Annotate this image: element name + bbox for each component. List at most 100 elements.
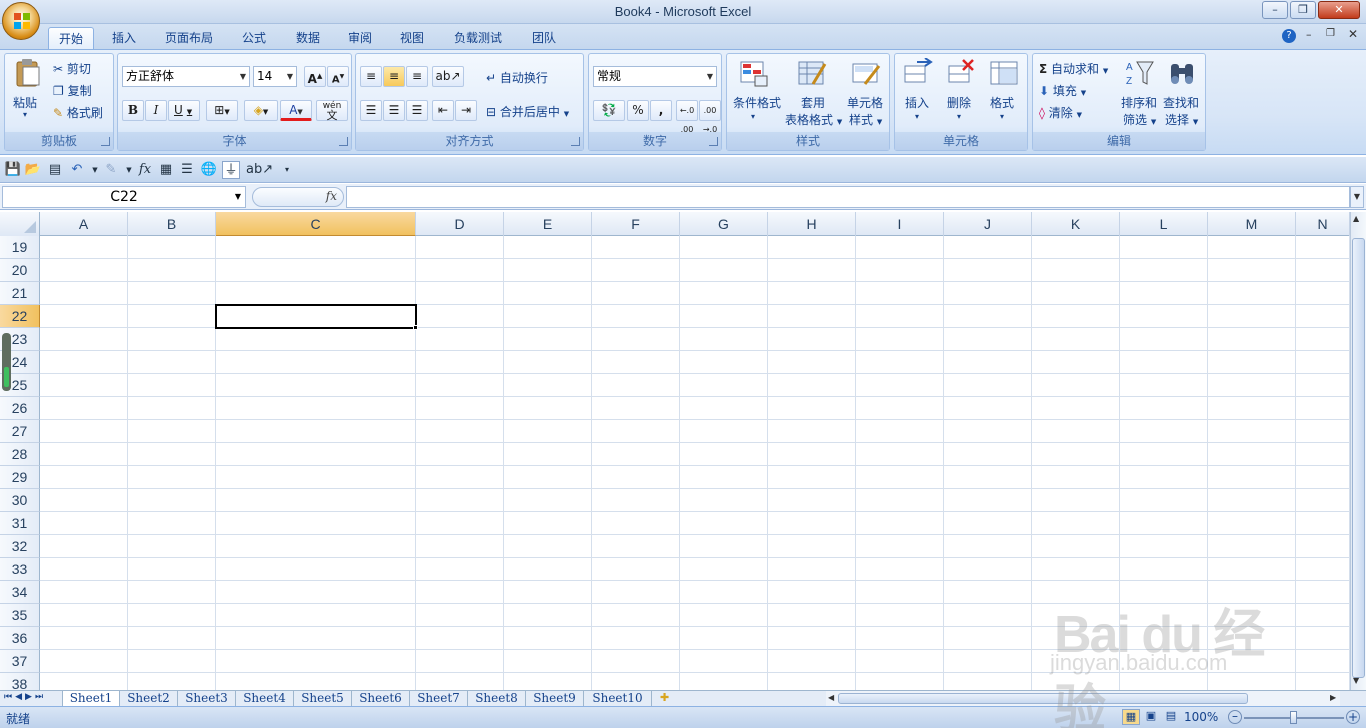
row-header-33[interactable]: 33: [0, 558, 40, 581]
sheet-tab-sheet7[interactable]: Sheet7: [410, 691, 468, 707]
sheet-tab-sheet10[interactable]: Sheet10: [584, 691, 652, 707]
globe-icon[interactable]: 🌐: [200, 161, 218, 179]
scroll-left-icon[interactable]: ◀: [828, 693, 834, 702]
sheet-tab-sheet2[interactable]: Sheet2: [120, 691, 178, 707]
font-name-combo[interactable]: 方正舒体 ▼: [122, 66, 250, 87]
sheet-tab-sheet5[interactable]: Sheet5: [294, 691, 352, 707]
table-format-button[interactable]: 表格格式 ▼: [785, 111, 842, 128]
row-header-30[interactable]: 30: [0, 489, 40, 512]
insert-function-icon[interactable]: fx: [136, 161, 154, 179]
ribbon-close-icon[interactable]: ✕: [1348, 27, 1358, 41]
close-button[interactable]: ✕: [1318, 1, 1360, 19]
find-select-button[interactable]: 选择 ▼: [1165, 111, 1198, 128]
tab-view[interactable]: 视图: [390, 27, 434, 50]
align-right-button[interactable]: ☰: [406, 100, 428, 121]
sheet-tab-sheet9[interactable]: Sheet9: [526, 691, 584, 707]
customize-qat-icon[interactable]: ▾: [278, 161, 296, 179]
sheet-tab-sheet1[interactable]: Sheet1: [62, 691, 120, 707]
currency-button[interactable]: 💱: [593, 100, 625, 121]
borders-button[interactable]: ⊞▼: [206, 100, 238, 121]
number-format-combo[interactable]: 常规 ▼: [593, 66, 717, 87]
italic-button[interactable]: I: [145, 100, 167, 121]
row-header-37[interactable]: 37: [0, 650, 40, 673]
zoom-in-icon[interactable]: +: [1346, 710, 1360, 724]
shrink-font-button[interactable]: A▼: [327, 66, 349, 87]
sort-filter-button[interactable]: 筛选 ▼: [1123, 111, 1156, 128]
row-header-22[interactable]: 22: [0, 305, 40, 328]
decrease-indent-button[interactable]: ⇤: [432, 100, 454, 121]
column-header-n[interactable]: N: [1296, 212, 1350, 236]
column-header-m[interactable]: M: [1208, 212, 1296, 236]
number-launcher-icon[interactable]: [709, 137, 718, 146]
row-header-28[interactable]: 28: [0, 443, 40, 466]
wrap-text-button[interactable]: ↵ 自动换行: [486, 69, 548, 86]
save-icon[interactable]: 💾: [4, 161, 22, 179]
column-header-i[interactable]: I: [856, 212, 944, 236]
clear-button[interactable]: ◊ 清除 ▼: [1039, 104, 1082, 121]
copy-button[interactable]: ❐ 复制: [53, 82, 92, 99]
print-preview-icon[interactable]: ▤: [46, 161, 64, 179]
align-middle-button[interactable]: ≡: [383, 66, 405, 87]
column-header-h[interactable]: H: [768, 212, 856, 236]
cell-styles-line1[interactable]: 单元格: [847, 94, 883, 111]
find-select-line1[interactable]: 查找和: [1163, 94, 1199, 111]
clipboard-launcher-icon[interactable]: [101, 137, 110, 146]
merge-center-button[interactable]: ⊟ 合并后居中 ▼: [486, 103, 569, 120]
increase-indent-button[interactable]: ⇥: [455, 100, 477, 121]
column-header-a[interactable]: A: [40, 212, 128, 236]
increase-decimal-button[interactable]: ←.0 .00: [676, 100, 698, 134]
scroll-right-icon[interactable]: ▶: [1330, 693, 1336, 702]
column-header-k[interactable]: K: [1032, 212, 1120, 236]
row-header-32[interactable]: 32: [0, 535, 40, 558]
tab-home[interactable]: 开始: [48, 27, 94, 50]
floating-progress-widget[interactable]: [2, 333, 11, 391]
autosum-button[interactable]: Σ 自动求和 ▼: [1039, 60, 1108, 77]
row-header-21[interactable]: 21: [0, 282, 40, 305]
column-header-d[interactable]: D: [416, 212, 504, 236]
underline-button[interactable]: U ▼: [168, 100, 200, 121]
tab-review[interactable]: 审阅: [338, 27, 382, 50]
column-header-g[interactable]: G: [680, 212, 768, 236]
column-header-l[interactable]: L: [1120, 212, 1208, 236]
cell-styles-button[interactable]: 样式 ▼: [849, 111, 882, 128]
help-icon[interactable]: ?: [1282, 29, 1296, 43]
percent-button[interactable]: %: [627, 100, 649, 121]
format-cells-button[interactable]: 格式: [990, 94, 1014, 111]
format-painter-button[interactable]: ✎ 格式刷: [53, 104, 103, 121]
sheet-tab-sheet6[interactable]: Sheet6: [352, 691, 410, 707]
fill-color-button[interactable]: ◈▼: [244, 100, 278, 121]
name-box[interactable]: C22 ▼: [2, 186, 246, 208]
tab-data[interactable]: 数据: [286, 27, 330, 50]
row-header-34[interactable]: 34: [0, 581, 40, 604]
tab-formulas[interactable]: 公式: [232, 27, 276, 50]
row-header-36[interactable]: 36: [0, 627, 40, 650]
fill-button[interactable]: ⬇ 填充 ▼: [1039, 82, 1086, 99]
row-header-27[interactable]: 27: [0, 420, 40, 443]
align-center-button[interactable]: ☰: [383, 100, 405, 121]
orientation-icon[interactable]: ab↗: [246, 161, 273, 179]
redo-icon[interactable]: ✎: [102, 161, 120, 179]
insert-sheet-icon[interactable]: ✚: [660, 691, 669, 704]
formula-input[interactable]: [346, 186, 1350, 208]
bold-button[interactable]: B: [122, 100, 144, 121]
sheet-tab-sheet4[interactable]: Sheet4: [236, 691, 294, 707]
paste-dropdown-icon[interactable]: ▾: [23, 110, 27, 119]
row-header-31[interactable]: 31: [0, 512, 40, 535]
align-left-button[interactable]: ☰: [360, 100, 382, 121]
sheet-tab-sheet3[interactable]: Sheet3: [178, 691, 236, 707]
fill-handle[interactable]: [413, 325, 418, 330]
select-all-button[interactable]: [0, 212, 40, 236]
scroll-down-icon[interactable]: ▼: [1353, 676, 1359, 685]
phonetic-button[interactable]: wén 文: [316, 100, 348, 121]
align-top-button[interactable]: ≡: [360, 66, 382, 87]
font-size-combo[interactable]: 14 ▼: [253, 66, 297, 87]
alignment-launcher-icon[interactable]: [571, 137, 580, 146]
paste-button[interactable]: 粘贴: [13, 94, 37, 111]
ribbon-restore-icon[interactable]: ❐: [1326, 28, 1335, 39]
open-folder-icon[interactable]: 📂: [24, 161, 42, 179]
minimize-button[interactable]: –: [1262, 1, 1288, 19]
font-launcher-icon[interactable]: [339, 137, 348, 146]
row-header-38[interactable]: 38: [0, 673, 40, 690]
restore-button[interactable]: ❐: [1290, 1, 1316, 19]
orientation-button[interactable]: ab↗: [432, 66, 464, 87]
